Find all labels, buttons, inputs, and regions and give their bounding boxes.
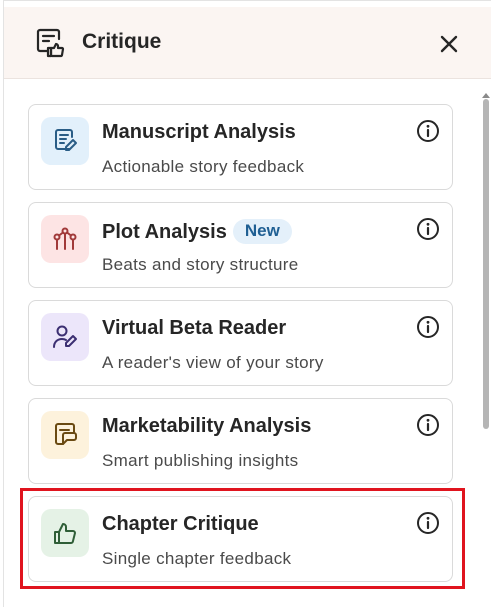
close-icon[interactable]	[434, 29, 464, 59]
info-icon[interactable]	[416, 119, 440, 143]
info-icon[interactable]	[416, 217, 440, 241]
card-subtitle: Single chapter feedback	[102, 549, 292, 568]
info-icon[interactable]	[416, 315, 440, 339]
critique-panel: Critique Manuscript Analysis Actionable …	[3, 0, 491, 607]
card-manuscript-analysis[interactable]: Manuscript Analysis Actionable story fee…	[28, 104, 453, 190]
card-title: Virtual Beta Reader	[102, 317, 287, 339]
card-title-text: Plot Analysis	[102, 221, 227, 243]
thumbs-up-icon	[41, 509, 89, 557]
scroll-up-icon[interactable]	[480, 91, 491, 99]
card-title: Marketability Analysis	[102, 415, 312, 437]
critique-icon	[34, 27, 66, 59]
info-icon[interactable]	[416, 413, 440, 437]
card-subtitle: A reader's view of your story	[102, 353, 324, 372]
card-subtitle: Beats and story structure	[102, 255, 299, 274]
card-title: Manuscript Analysis	[102, 121, 296, 143]
card-marketability-analysis[interactable]: Marketability Analysis Smart publishing …	[28, 398, 453, 484]
info-icon[interactable]	[416, 511, 440, 535]
close-button[interactable]	[434, 29, 464, 59]
scroll-thumb[interactable]	[483, 99, 489, 429]
plot-graph-icon	[41, 215, 89, 263]
card-title: Chapter Critique	[102, 513, 259, 535]
card-subtitle: Actionable story feedback	[102, 157, 305, 176]
user-pen-icon	[41, 313, 89, 361]
market-icon	[41, 411, 89, 459]
new-badge: New	[232, 219, 292, 244]
card-subtitle: Smart publishing insights	[102, 451, 299, 470]
document-pen-icon	[41, 117, 89, 165]
card-virtual-beta-reader[interactable]: Virtual Beta Reader A reader's view of y…	[28, 300, 453, 386]
card-plot-analysis[interactable]: Plot Analysis New Beats and story structu…	[28, 202, 453, 288]
scrollbar[interactable]	[480, 91, 491, 607]
panel-title: Critique	[82, 30, 162, 53]
card-title: Plot Analysis New	[102, 219, 292, 244]
panel-header: Critique	[4, 7, 491, 79]
card-chapter-critique[interactable]: Chapter Critique Single chapter feedback	[28, 496, 453, 582]
